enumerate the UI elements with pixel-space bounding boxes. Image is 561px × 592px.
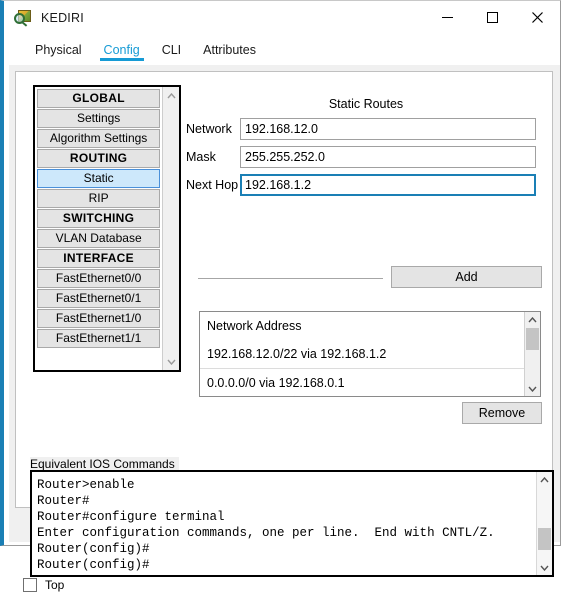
sidebar-item-fastethernet1-0-label: FastEthernet1/0	[55, 311, 142, 325]
tab-config-label: Config	[103, 42, 140, 57]
close-button[interactable]	[515, 2, 560, 34]
sidebar-header-routing-label: ROUTING	[69, 151, 128, 165]
sidebar-item-fastethernet0-1-label: FastEthernet0/1	[55, 291, 142, 305]
sidebar-item-algorithm-settings-label: Algorithm Settings	[49, 131, 148, 145]
tab-physical-label: Physical	[35, 42, 82, 57]
sidebar-item-vlan-database[interactable]: VLAN Database	[37, 229, 161, 248]
title-bar: KEDIRI	[4, 1, 560, 34]
tab-cli[interactable]: CLI	[151, 34, 192, 65]
sidebar-item-static-label: Static	[83, 171, 114, 185]
chevron-up-icon	[528, 316, 537, 322]
sidebar-item-rip-label: RIP	[88, 191, 109, 205]
sidebar-item-fastethernet0-0[interactable]: FastEthernet0/0	[37, 269, 161, 288]
tab-cli-label: CLI	[161, 42, 182, 57]
sidebar-header-routing: ROUTING	[37, 149, 161, 168]
route-list-scroll-up-button[interactable]	[525, 313, 540, 326]
sidebar-header-interface-label: INTERFACE	[63, 251, 134, 265]
static-routes-title: Static Routes	[328, 97, 404, 111]
sidebar-header-switching-label: SWITCHING	[62, 211, 135, 225]
sidebar-scroll-down-button[interactable]	[164, 355, 179, 368]
close-icon	[532, 12, 543, 23]
route-list-scrollbar[interactable]	[524, 312, 540, 396]
ios-commands-label: Equivalent IOS Commands	[30, 457, 179, 471]
chevron-down-icon	[540, 565, 549, 571]
config-sidebar: GLOBAL Settings Algorithm Settings ROUTI…	[33, 85, 181, 372]
ios-scroll-down-button[interactable]	[537, 561, 552, 574]
ios-console-scrollbar[interactable]	[536, 472, 552, 575]
ios-scroll-thumb[interactable]	[538, 528, 551, 550]
network-field-row: Network	[186, 118, 536, 140]
sidebar-item-static[interactable]: Static	[37, 169, 161, 188]
device-config-window: KEDIRI Physical Config CLI Attributes GL…	[0, 0, 561, 592]
sidebar-item-rip[interactable]: RIP	[37, 189, 161, 208]
next-hop-field-row: Next Hop	[186, 174, 536, 196]
chevron-up-icon	[167, 92, 176, 98]
top-checkbox-row[interactable]: Top	[23, 578, 64, 592]
sidebar-item-vlan-database-label: VLAN Database	[55, 231, 142, 245]
sidebar-header-switching: SWITCHING	[37, 209, 161, 228]
next-hop-label: Next Hop	[186, 178, 239, 192]
sidebar-item-settings[interactable]: Settings	[37, 109, 161, 128]
route-list-header: Network Address	[207, 319, 302, 333]
sidebar-item-fastethernet0-1[interactable]: FastEthernet0/1	[37, 289, 161, 308]
route-list-scroll-thumb[interactable]	[526, 328, 539, 350]
top-checkbox-label: Top	[45, 578, 65, 592]
tab-attributes[interactable]: Attributes	[192, 34, 267, 65]
tab-attributes-label: Attributes	[203, 42, 256, 57]
network-label: Network	[186, 122, 232, 136]
network-input[interactable]	[240, 118, 536, 140]
chevron-up-icon	[540, 476, 549, 482]
top-checkbox[interactable]	[23, 578, 37, 592]
tab-config[interactable]: Config	[93, 34, 151, 65]
ios-commands-console[interactable]: Router>enable Router# Router#configure t…	[30, 470, 554, 577]
sidebar-header-global-label: GLOBAL	[72, 91, 125, 105]
minimize-icon	[442, 17, 453, 18]
sidebar-header-interface: INTERFACE	[37, 249, 161, 268]
sidebar-header-global: GLOBAL	[37, 89, 161, 108]
tab-bar: Physical Config CLI Attributes	[9, 34, 560, 65]
ios-scroll-up-button[interactable]	[537, 473, 552, 486]
tab-physical[interactable]: Physical	[24, 34, 93, 65]
sidebar-item-fastethernet1-1[interactable]: FastEthernet1/1	[37, 329, 161, 348]
sidebar-item-fastethernet1-1-label: FastEthernet1/1	[55, 331, 142, 345]
sidebar-item-fastethernet0-0-label: FastEthernet0/0	[55, 271, 142, 285]
maximize-icon	[487, 12, 498, 23]
route-list[interactable]: Network Address 192.168.12.0/22 via 192.…	[199, 311, 541, 397]
form-divider	[198, 278, 383, 279]
route-list-body: Network Address 192.168.12.0/22 via 192.…	[200, 312, 524, 396]
config-panel: GLOBAL Settings Algorithm Settings ROUTI…	[15, 71, 554, 577]
ios-commands-text-area: Router>enable Router# Router#configure t…	[32, 472, 536, 575]
remove-route-button[interactable]: Remove	[462, 402, 542, 424]
config-page: GLOBAL Settings Algorithm Settings ROUTI…	[9, 65, 560, 592]
sidebar-item-algorithm-settings[interactable]: Algorithm Settings	[37, 129, 161, 148]
minimize-button[interactable]	[425, 2, 470, 34]
sidebar-item-fastethernet1-0[interactable]: FastEthernet1/0	[37, 309, 161, 328]
chevron-down-icon	[167, 359, 176, 365]
mask-field-row: Mask	[186, 146, 536, 168]
list-item[interactable]: 0.0.0.0/0 via 192.168.0.1	[200, 368, 524, 396]
mask-input[interactable]	[240, 146, 536, 168]
window-title: KEDIRI	[41, 10, 84, 25]
ios-commands-text: Router>enable Router# Router#configure t…	[37, 477, 495, 572]
add-route-button[interactable]: Add	[391, 266, 542, 288]
next-hop-input[interactable]	[240, 174, 536, 196]
sidebar-item-list: GLOBAL Settings Algorithm Settings ROUTI…	[35, 87, 162, 370]
sidebar-scroll-up-button[interactable]	[164, 89, 179, 102]
packet-tracer-inspect-icon	[14, 9, 32, 27]
mask-label: Mask	[186, 150, 216, 164]
chevron-down-icon	[528, 386, 537, 392]
sidebar-scrollbar[interactable]	[162, 87, 179, 370]
route-list-scroll-down-button[interactable]	[525, 382, 540, 395]
list-item[interactable]: 192.168.12.0/22 via 192.168.1.2	[200, 340, 524, 368]
maximize-button[interactable]	[470, 2, 515, 34]
sidebar-item-settings-label: Settings	[76, 111, 121, 125]
